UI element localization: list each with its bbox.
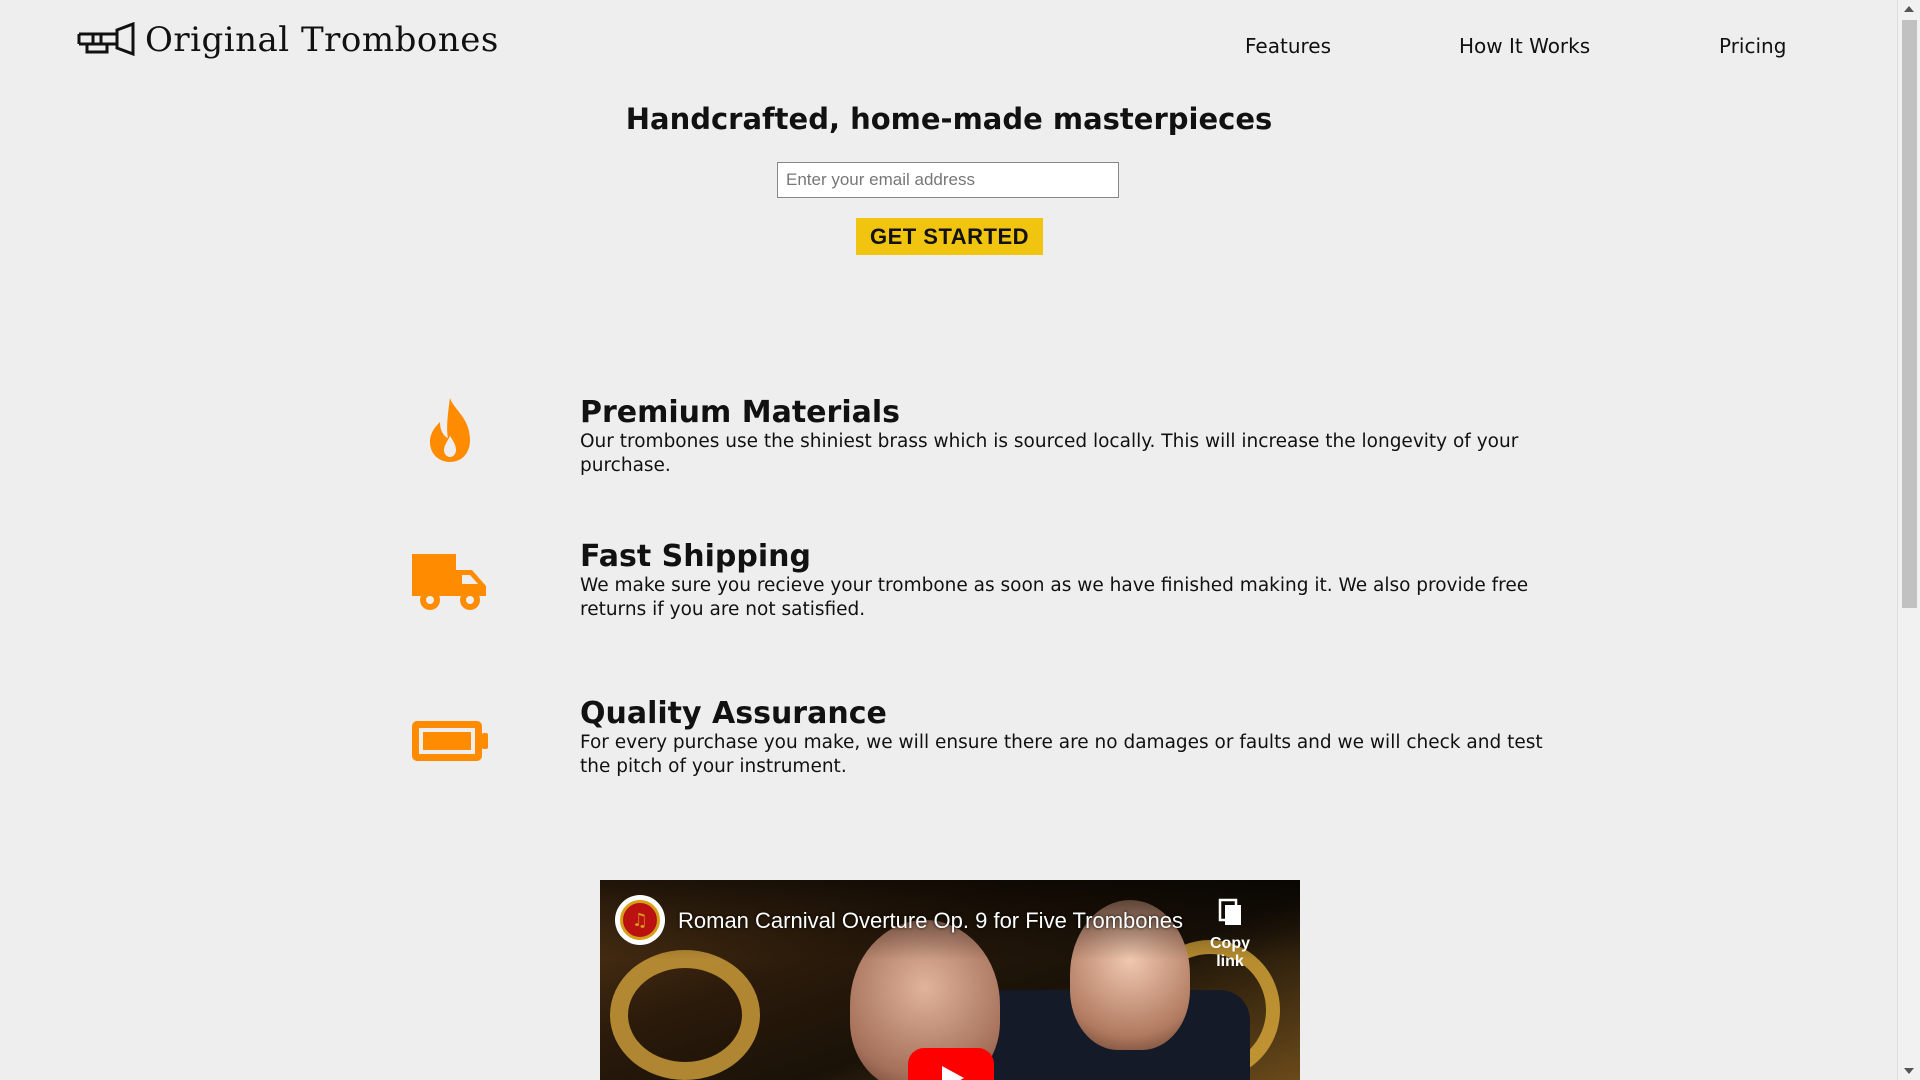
brand-name: Original Trombones	[145, 20, 499, 60]
nav-features[interactable]: Features	[1245, 34, 1331, 58]
feature-text: We make sure you recieve your trombone a…	[580, 575, 1529, 620]
scroll-up-icon[interactable]	[1904, 6, 1914, 12]
lyre-icon: ♫	[620, 900, 660, 940]
get-started-button[interactable]: GET STARTED	[856, 218, 1043, 255]
feature-title: Quality Assurance	[580, 696, 887, 731]
email-input[interactable]	[777, 162, 1119, 198]
feature-text: Our trombones use the shiniest brass whi…	[580, 431, 1519, 476]
page-header: Original Trombones Features How It Works…	[0, 0, 1898, 92]
feature-text: For every purchase you make, we will ens…	[580, 732, 1543, 777]
channel-avatar[interactable]: ♫	[615, 895, 665, 945]
feature-title: Premium Materials	[580, 395, 900, 430]
fire-icon	[430, 398, 470, 462]
copy-link-label: Copy link	[1210, 935, 1250, 970]
hero-title: Handcrafted, home-made masterpieces	[625, 102, 1273, 136]
scroll-down-icon[interactable]	[1904, 1068, 1914, 1074]
scrollbar-thumb[interactable]	[1902, 20, 1917, 608]
page-scrollbar[interactable]	[1897, 0, 1920, 1080]
play-button[interactable]	[908, 1048, 994, 1080]
video-embed[interactable]: ♫ Roman Carnival Overture Op. 9 for Five…	[600, 880, 1300, 1080]
battery-icon	[412, 721, 488, 761]
copy-link-button[interactable]: Copy link	[1200, 888, 1260, 970]
trombone-icon	[77, 22, 135, 57]
nav-pricing[interactable]: Pricing	[1719, 34, 1786, 58]
nav-how-it-works[interactable]: How It Works	[1459, 34, 1590, 58]
feature-title: Fast Shipping	[580, 539, 811, 574]
copy-icon	[1218, 898, 1241, 925]
truck-icon	[412, 554, 486, 610]
video-title[interactable]: Roman Carnival Overture Op. 9 for Five T…	[678, 908, 1183, 934]
brand-logo[interactable]: Original Trombones	[77, 20, 499, 60]
video-scene	[610, 950, 760, 1080]
